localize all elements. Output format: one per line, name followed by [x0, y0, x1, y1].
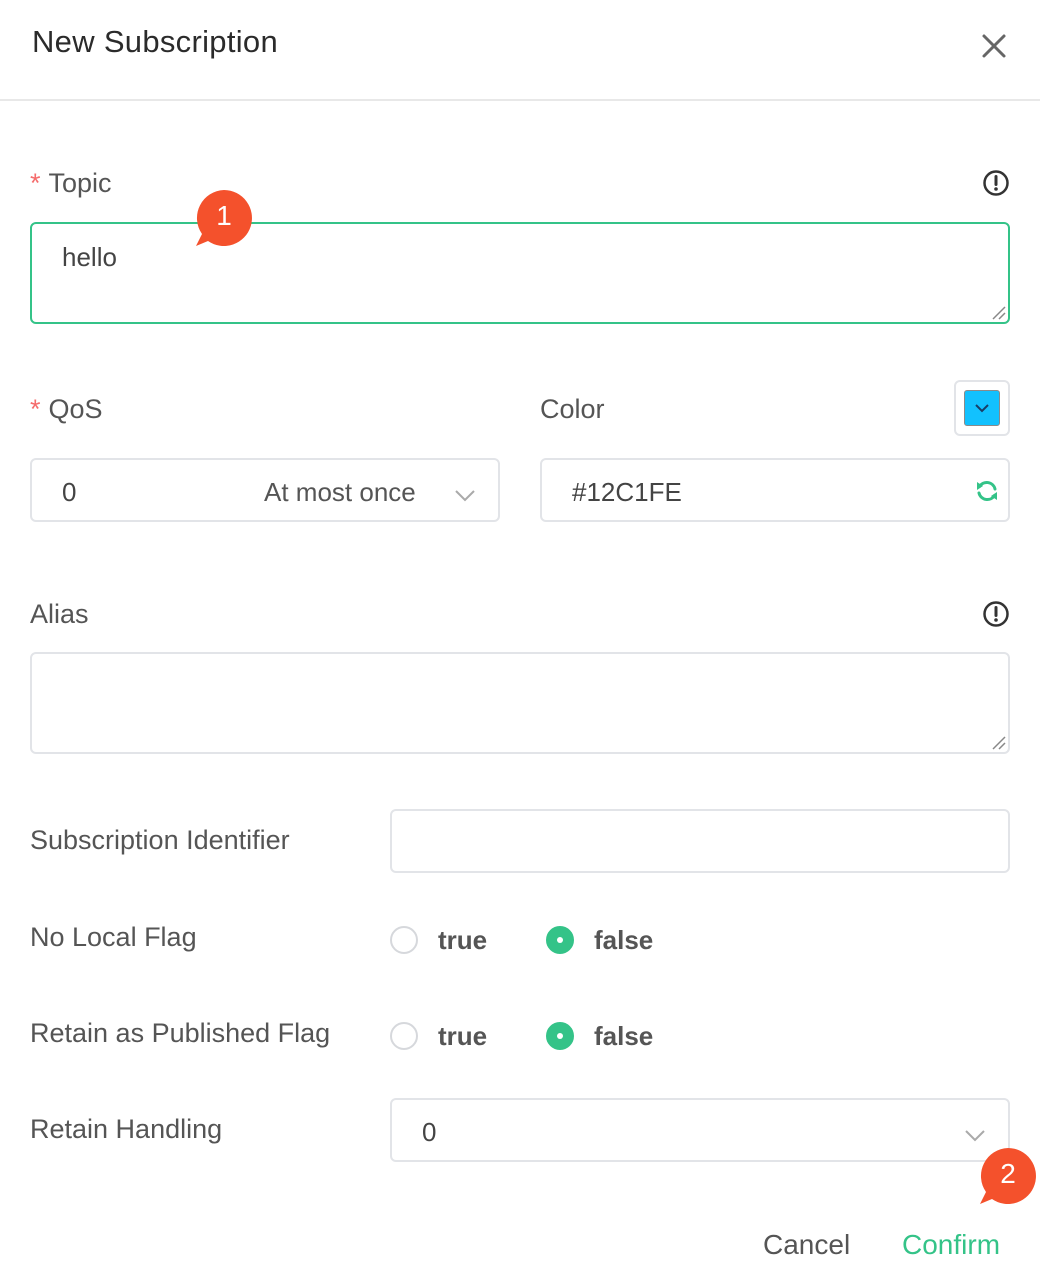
no-local-true-radio[interactable] — [390, 926, 418, 954]
cancel-button[interactable]: Cancel — [763, 1229, 850, 1261]
dialog-title: New Subscription — [32, 24, 279, 59]
info-icon[interactable] — [982, 600, 1010, 628]
alias-input[interactable] — [30, 652, 1010, 754]
refresh-icon[interactable] — [974, 478, 1000, 504]
retain-published-true-label[interactable]: true — [438, 1021, 487, 1052]
qos-selected-value: 0 — [62, 477, 77, 507]
no-local-false-label[interactable]: false — [594, 925, 653, 956]
step-badge-2: 2 — [978, 1146, 1038, 1206]
alias-label: Alias — [30, 599, 89, 629]
retain-handling-label: Retain Handling — [30, 1114, 223, 1144]
resize-handle-icon[interactable] — [990, 734, 1006, 750]
no-local-false-radio[interactable] — [546, 926, 574, 954]
color-input-value: #12C1FE — [572, 477, 682, 507]
retain-handling-select[interactable]: 0 — [390, 1098, 1010, 1162]
qos-selected-desc: At most once — [264, 477, 416, 507]
retain-published-false-label[interactable]: false — [594, 1021, 653, 1052]
retain-published-false-radio[interactable] — [546, 1022, 574, 1050]
color-picker-button[interactable] — [954, 380, 1010, 436]
retain-as-published-label: Retain as Published Flag — [30, 1018, 331, 1048]
color-swatch — [964, 390, 1000, 426]
close-icon[interactable] — [978, 30, 1010, 62]
qos-label-text: QoS — [48, 394, 103, 424]
qos-select[interactable]: 0 At most once — [30, 458, 500, 522]
retain-handling-value: 0 — [422, 1117, 437, 1147]
chevron-down-icon — [452, 482, 478, 508]
retain-published-true-radio[interactable] — [390, 1022, 418, 1050]
topic-label-text: Topic — [48, 168, 112, 198]
topic-label: * Topic — [30, 168, 112, 199]
subscription-identifier-input[interactable] — [390, 809, 1010, 873]
color-input[interactable]: #12C1FE — [540, 458, 1010, 522]
no-local-true-label[interactable]: true — [438, 925, 487, 956]
chevron-down-icon — [962, 1122, 988, 1148]
subscription-identifier-label: Subscription Identifier — [30, 825, 290, 855]
resize-handle-icon[interactable] — [990, 304, 1006, 320]
required-mark: * — [30, 168, 41, 198]
no-local-flag-label: No Local Flag — [30, 922, 197, 952]
topic-input[interactable]: hello — [30, 222, 1010, 324]
color-label: Color — [540, 394, 605, 424]
step-badge-1: 1 — [194, 188, 254, 248]
step-badge-2-text: 2 — [1000, 1158, 1016, 1189]
required-mark: * — [30, 394, 41, 424]
info-icon[interactable] — [982, 169, 1010, 197]
confirm-button[interactable]: Confirm — [902, 1229, 1000, 1261]
topic-input-value: hello — [62, 242, 117, 272]
step-badge-1-text: 1 — [216, 200, 232, 231]
qos-label: * QoS — [30, 394, 103, 425]
